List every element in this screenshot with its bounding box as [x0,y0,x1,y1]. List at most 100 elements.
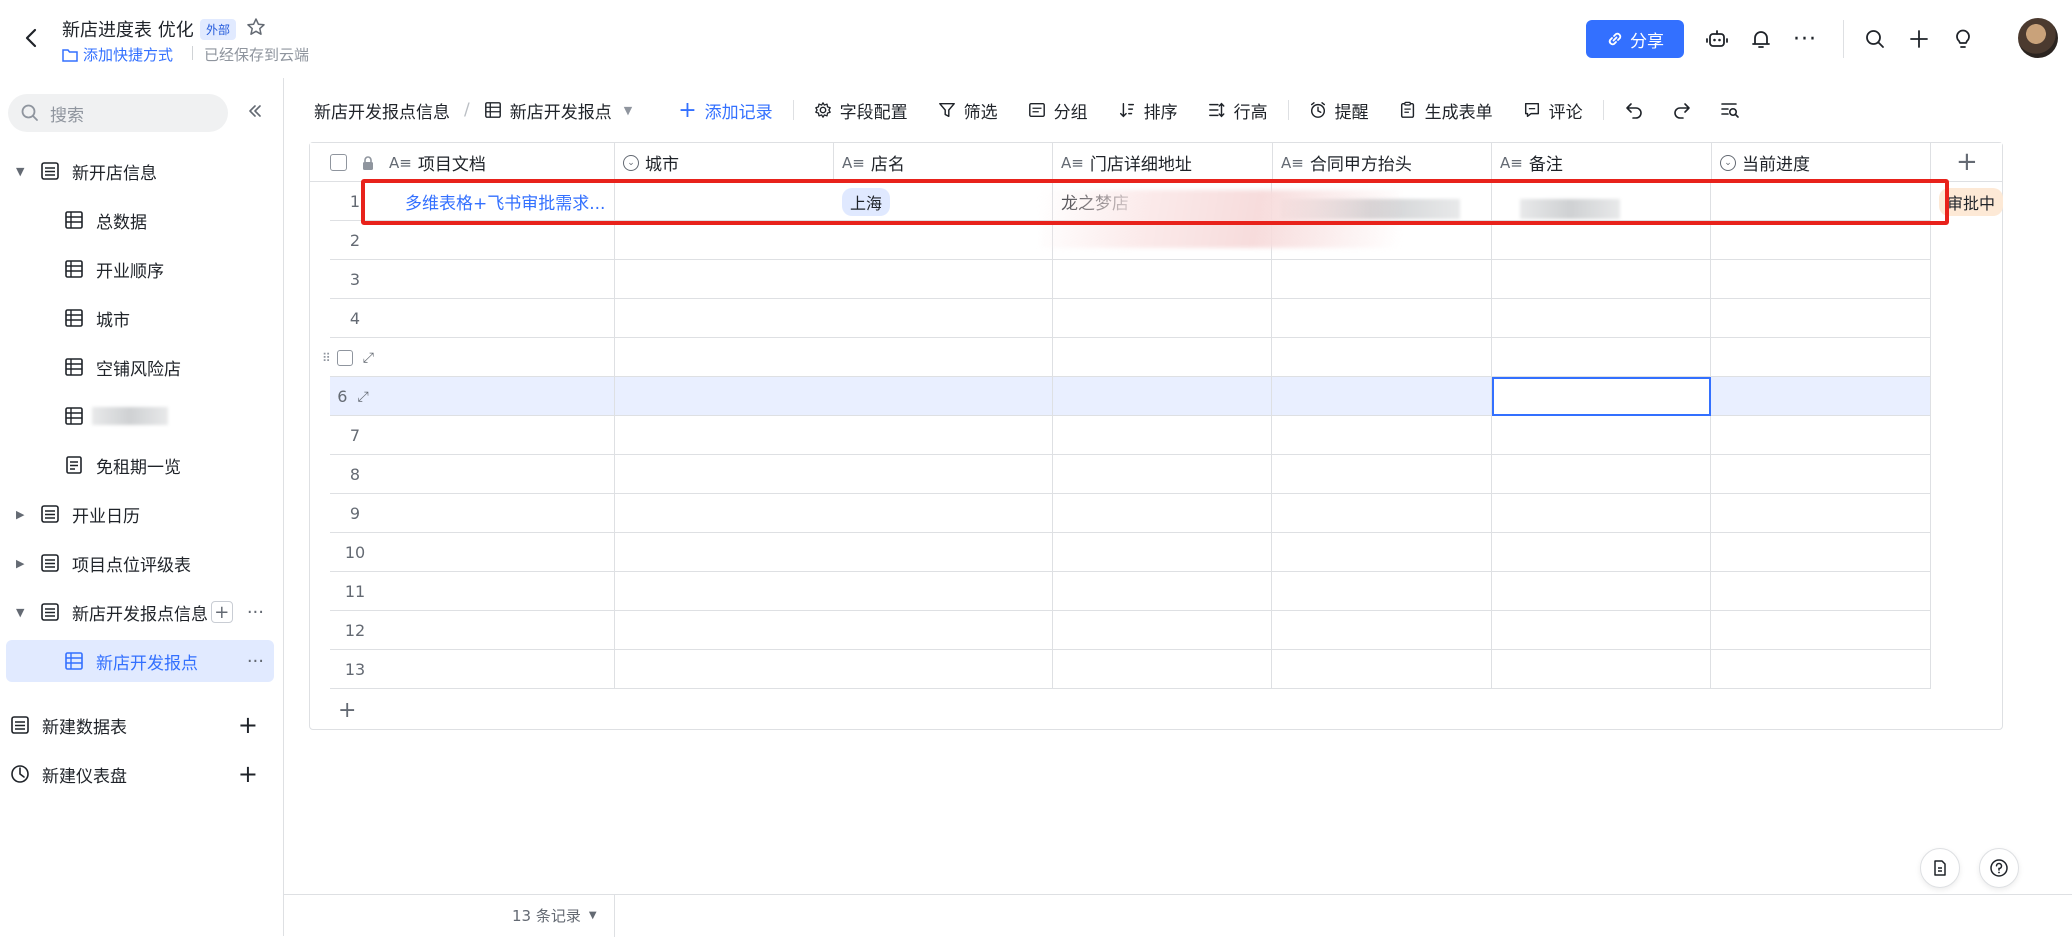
redo-icon[interactable] [1672,100,1692,120]
new-dashboard-button[interactable]: 新建仪表盘 + [0,753,268,795]
add-column-button[interactable]: + [1956,147,1978,177]
cell-party[interactable] [1492,299,1711,338]
column-header-city[interactable]: ⌄ 城市 [615,143,834,182]
sidebar-item-new-store-info[interactable]: ▼ 新开店信息 [6,150,274,192]
star-icon[interactable] [246,17,266,37]
cell-project-doc[interactable] [380,611,615,650]
cell-store[interactable] [1053,494,1272,533]
undo-icon[interactable] [1624,100,1644,120]
cell-remark[interactable] [1711,572,1931,611]
sidebar-item-dev-report-info[interactable]: ▼ 新店开发报点信息 + ··· [6,591,274,633]
cell-project-doc[interactable] [380,533,615,572]
new-data-table-button[interactable]: 新建数据表 + [0,704,268,746]
cell-store[interactable] [1053,338,1272,377]
cell-city[interactable] [834,533,1053,572]
plus-icon[interactable]: + [238,760,258,788]
cell-addr[interactable] [1272,650,1492,689]
cell-addr[interactable] [1272,338,1492,377]
cell-project-doc[interactable] [380,260,615,299]
cell-project-doc[interactable] [380,455,615,494]
cell-project-doc[interactable] [380,416,615,455]
cell-project-doc[interactable] [380,494,615,533]
cell-store[interactable] [1053,533,1272,572]
cell-city[interactable] [834,572,1053,611]
cell-city[interactable] [834,260,1053,299]
column-header-doc[interactable]: A≡ 项目文档 [310,143,615,182]
document-icon[interactable] [1920,848,1960,888]
comment-button[interactable]: 评论 [1523,98,1583,123]
cell-store[interactable] [1053,455,1272,494]
cell-progress[interactable] [1931,260,2072,299]
cell-party[interactable] [1492,533,1711,572]
cell-addr[interactable] [1272,299,1492,338]
bell-icon[interactable] [1748,26,1774,52]
cell-progress[interactable] [1931,338,2072,377]
expand-icon[interactable]: ⤢ [363,350,374,366]
table-row[interactable]: 8 [330,455,1931,494]
cell-project-doc[interactable]: 多维表格+飞书审批需求... [380,182,615,221]
cell-store[interactable] [1053,260,1272,299]
breadcrumb[interactable]: 新店开发报点信息 [314,98,450,123]
sort-button[interactable]: 排序 [1118,98,1178,123]
cell-party[interactable] [1492,611,1711,650]
record-count[interactable]: 13 条记录 ▼ [512,905,597,926]
cell-remark[interactable] [1711,416,1931,455]
sidebar-item-opening-order[interactable]: 开业顺序 [6,248,274,290]
caret-right-icon[interactable]: ▶ [16,557,32,570]
cell-progress[interactable] [1931,416,2072,455]
cell-store[interactable] [1053,611,1272,650]
cell-city[interactable] [834,221,1053,260]
group-button[interactable]: 分组 [1028,98,1088,123]
cell-remark[interactable] [1711,611,1931,650]
drag-handle-icon[interactable]: ⠿ [322,351,331,365]
back-arrow-icon[interactable] [18,24,46,52]
column-header-contract-party[interactable]: A≡ 合同甲方抬头 [1273,143,1492,182]
more-icon[interactable]: ··· [247,602,264,623]
cell-addr[interactable] [1272,533,1492,572]
cell-project-doc[interactable] [380,572,615,611]
cell-remark[interactable] [1711,182,1931,221]
table-row[interactable]: 13 [330,650,1931,689]
cell-progress[interactable] [1931,611,2072,650]
help-icon[interactable] [1979,848,2019,888]
cell-party[interactable] [1492,182,1711,221]
table-row[interactable]: 4 [330,299,1931,338]
more-icon[interactable]: ··· [247,651,264,672]
cell-project-doc[interactable] [380,650,615,689]
cell-city[interactable] [834,416,1053,455]
cell-progress[interactable] [1931,650,2072,689]
cell-city[interactable] [834,650,1053,689]
cell-store[interactable] [1053,572,1272,611]
doc-link[interactable]: 多维表格+飞书审批需求... [405,189,605,214]
cell-progress[interactable] [1931,572,2072,611]
robot-icon[interactable] [1704,26,1730,52]
caret-right-icon[interactable]: ▶ [16,508,32,521]
table-row[interactable]: 10 [330,533,1931,572]
row-height-button[interactable]: 行高 [1208,98,1268,123]
cell-project-doc[interactable] [380,221,615,260]
sidebar-search[interactable]: 搜索 [8,94,228,132]
add-shortcut-link[interactable]: 添加快捷方式 [62,44,173,65]
active-cell[interactable] [1492,377,1711,416]
cell-remark[interactable] [1711,455,1931,494]
cell-party[interactable] [1492,221,1711,260]
sidebar-item-redacted[interactable] [6,395,274,437]
lightbulb-icon[interactable] [1950,26,1976,52]
cell-addr[interactable] [1272,494,1492,533]
plus-icon[interactable]: + [238,711,258,739]
filter-button[interactable]: 筛选 [938,98,998,123]
cell-remark[interactable] [1711,299,1931,338]
cell-city[interactable] [834,494,1053,533]
cell-city[interactable] [834,455,1053,494]
table-row[interactable]: 6 ⤢ [330,377,1931,416]
cell-addr[interactable] [1272,611,1492,650]
cell-city[interactable] [834,338,1053,377]
cell-city[interactable] [834,299,1053,338]
cell-store[interactable] [1053,299,1272,338]
cell-store[interactable] [1053,650,1272,689]
sidebar-item-opening-calendar[interactable]: ▶ 开业日历 [6,493,274,535]
column-header-progress[interactable]: ⌄ 当前进度 [1712,143,1931,182]
cell-progress[interactable] [1931,221,2072,260]
cell-party[interactable] [1492,338,1711,377]
add-row-button[interactable]: + [338,698,356,723]
